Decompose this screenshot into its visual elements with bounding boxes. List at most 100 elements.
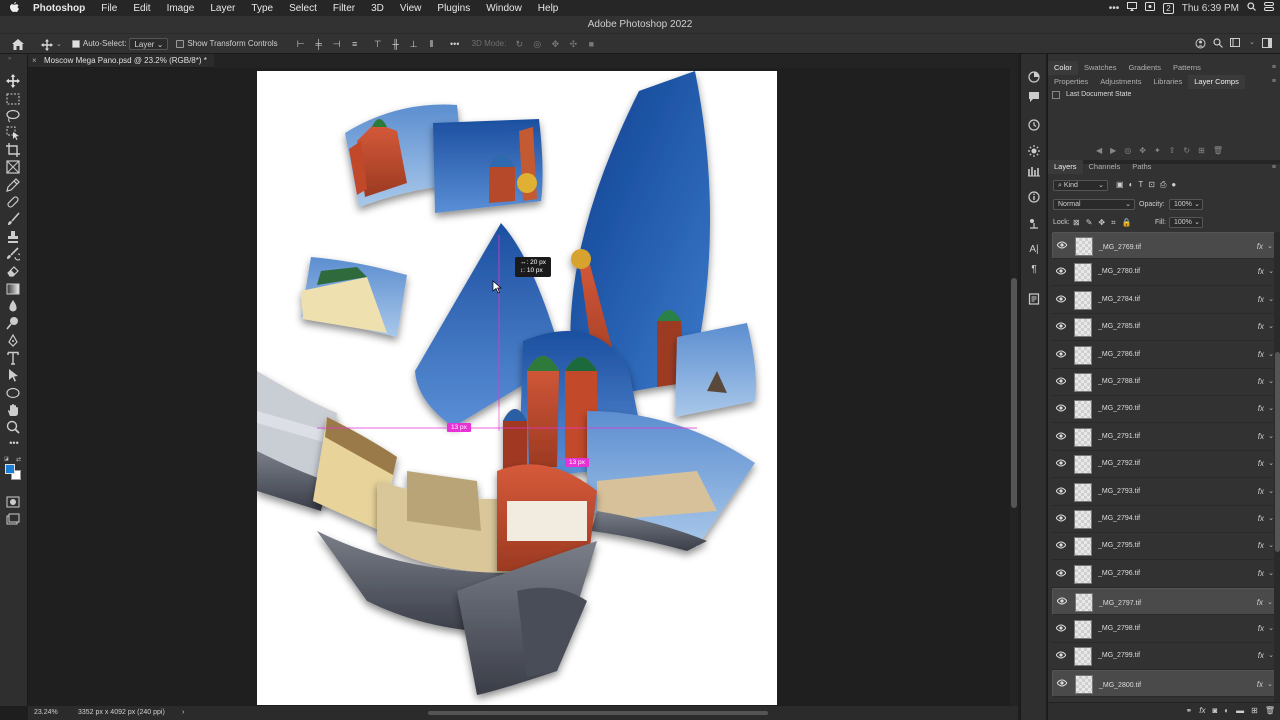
layer-name[interactable]: _MG_2797.tif <box>1099 598 1141 609</box>
color-panel-icon[interactable] <box>1028 70 1040 83</box>
layer-thumbnail[interactable] <box>1075 675 1093 695</box>
edit-toolbar-icon[interactable]: ••• <box>6 438 22 452</box>
eye-visibility-icon[interactable] <box>1056 241 1068 249</box>
share-icon[interactable] <box>1195 38 1206 51</box>
3d-pan-icon[interactable]: ✥ <box>549 39 561 49</box>
foreground-color-swatch[interactable] <box>5 464 15 474</box>
menu-image[interactable]: Image <box>159 3 203 14</box>
document-canvas[interactable]: ↔: 20 px ↕: 10 px 13 px 13 px <box>257 71 777 705</box>
layer-thumbnail[interactable] <box>1074 564 1092 584</box>
healing-brush-tool-icon[interactable] <box>6 195 22 209</box>
layer-row[interactable]: _MG_2786.tif fx ⌄ <box>1052 342 1274 369</box>
menu-window[interactable]: Window <box>478 3 530 14</box>
layer-row[interactable]: _MG_2796.tif fx ⌄ <box>1052 561 1274 588</box>
layer-row[interactable]: _MG_2784.tif fx ⌄ <box>1052 287 1274 314</box>
swap-colors-icon[interactable]: ⇄ <box>16 456 21 463</box>
layer-name[interactable]: _MG_2794.tif <box>1098 515 1140 522</box>
vertical-scrollbar[interactable] <box>1010 68 1018 706</box>
tool-preset-chevron-icon[interactable]: ⌄ <box>56 40 62 48</box>
layer-effects-icon[interactable]: fx <box>1258 541 1264 550</box>
workspace-chevron-icon[interactable]: ⌄ <box>1249 38 1255 51</box>
layer-thumbnail[interactable] <box>1074 318 1092 338</box>
tab-color[interactable]: Color <box>1048 61 1078 75</box>
layer-row[interactable]: _MG_2795.tif fx ⌄ <box>1052 533 1274 561</box>
eye-visibility-icon[interactable] <box>1055 432 1067 440</box>
lock-position-icon[interactable]: ✥ <box>1098 218 1105 228</box>
update-position-icon[interactable]: ✥ <box>1139 146 1146 155</box>
eye-visibility-icon[interactable] <box>1055 541 1067 549</box>
layer-effects-icon[interactable]: fx <box>1258 295 1264 304</box>
tab-adjustments[interactable]: Adjustments <box>1094 75 1147 89</box>
libraries-panel-icon[interactable] <box>1028 164 1040 177</box>
airplay-icon[interactable] <box>1127 2 1138 14</box>
3d-roll-icon[interactable]: ◎ <box>531 39 543 49</box>
object-selection-tool-icon[interactable] <box>6 126 22 140</box>
layer-name[interactable]: _MG_2786.tif <box>1098 351 1140 358</box>
lock-artboard-icon[interactable]: ⌗ <box>1111 218 1116 228</box>
layer-row[interactable]: _MG_2797.tif fx ⌄ <box>1052 588 1274 616</box>
layer-thumbnail[interactable] <box>1075 237 1093 256</box>
eye-visibility-icon[interactable] <box>1055 322 1067 330</box>
layer-name[interactable]: _MG_2791.tif <box>1098 433 1140 440</box>
layer-thumbnail[interactable] <box>1074 263 1092 283</box>
eye-visibility-icon[interactable] <box>1055 404 1067 412</box>
eye-visibility-icon[interactable] <box>1055 350 1067 358</box>
document-tab[interactable]: × Moscow Mega Pano.psd @ 23.2% (RGB/8*) … <box>28 54 214 68</box>
layer-effects-icon[interactable]: fx <box>1257 241 1263 252</box>
align-middle-icon[interactable]: ╫ <box>390 39 402 49</box>
opacity-field[interactable]: 100% ⌄ <box>1169 199 1203 210</box>
layer-effects-icon[interactable]: fx <box>1258 322 1264 331</box>
layer-thumbnail[interactable] <box>1074 345 1092 365</box>
layer-effects-icon[interactable]: fx <box>1258 569 1264 578</box>
new-comp-icon[interactable]: ⊞ <box>1198 146 1205 155</box>
eye-visibility-icon[interactable] <box>1055 295 1067 303</box>
control-center-icon[interactable] <box>1264 2 1274 14</box>
layer-row[interactable]: _MG_2798.tif fx ⌄ <box>1052 616 1274 643</box>
layers-scrollbar-thumb[interactable] <box>1275 352 1280 552</box>
vertical-scrollbar-thumb[interactable] <box>1011 278 1017 508</box>
menu-layer[interactable]: Layer <box>202 3 243 14</box>
update-appearance-icon[interactable]: ⇪ <box>1169 146 1176 155</box>
layer-thumbnail[interactable] <box>1074 290 1092 310</box>
menu-3d[interactable]: 3D <box>363 3 392 14</box>
delete-layer-icon[interactable]: 🗑 <box>1265 706 1275 715</box>
tab-layer-comps[interactable]: Layer Comps <box>1188 75 1245 89</box>
menu-photoshop[interactable]: Photoshop <box>25 3 93 14</box>
layer-effects-icon[interactable]: fx <box>1258 350 1264 359</box>
layer-filter-dropdown[interactable]: ⌕ Kind ⌄ <box>1053 180 1108 191</box>
panel-menu-icon[interactable]: ≡ <box>1272 78 1276 85</box>
lasso-tool-icon[interactable] <box>6 109 22 123</box>
layer-row[interactable]: _MG_2792.tif fx ⌄ <box>1052 451 1274 479</box>
chevron-down-icon[interactable]: ⌄ <box>1267 597 1273 608</box>
auto-select-dropdown[interactable]: Layer ⌄ <box>129 37 169 50</box>
character-panel-icon[interactable]: A| <box>1028 244 1040 256</box>
layer-row[interactable]: _MG_2794.tif fx ⌄ <box>1052 506 1274 533</box>
pen-tool-icon[interactable] <box>6 333 22 348</box>
layer-row[interactable]: _MG_2769.tif fx ⌄ <box>1052 232 1274 259</box>
chevron-down-icon[interactable]: ⌄ <box>1267 679 1273 690</box>
layer-name[interactable]: _MG_2792.tif <box>1098 460 1140 467</box>
layer-effects-icon[interactable]: fx <box>1257 679 1263 690</box>
update-visibility-icon[interactable]: ◎ <box>1124 146 1131 155</box>
path-selection-tool-icon[interactable] <box>6 368 22 382</box>
next-comp-icon[interactable]: ▶ <box>1110 146 1116 155</box>
layer-row[interactable]: _MG_2799.tif fx ⌄ <box>1052 643 1274 670</box>
menu-file[interactable]: File <box>93 3 125 14</box>
align-top-edges-icon[interactable]: ⊤ <box>372 39 384 49</box>
horizontal-scrollbar-thumb[interactable] <box>428 711 768 715</box>
home-icon[interactable] <box>12 38 24 50</box>
layer-name[interactable]: _MG_2796.tif <box>1098 570 1140 577</box>
clone-stamp-tool-icon[interactable] <box>6 230 22 244</box>
layer-effects-icon[interactable]: fx <box>1258 459 1264 468</box>
filter-toggle-icon[interactable]: ● <box>1171 180 1176 190</box>
filter-pixel-icon[interactable]: ▣ <box>1116 180 1124 190</box>
notification-badge[interactable]: 2 <box>1163 2 1174 14</box>
dodge-tool-icon[interactable] <box>6 316 22 330</box>
history-panel-icon[interactable] <box>1028 118 1040 131</box>
screen-capture-icon[interactable] <box>1145 2 1156 14</box>
layer-effects-icon[interactable]: fx <box>1258 624 1264 633</box>
align-left-edges-icon[interactable]: ⊢ <box>295 39 307 49</box>
info-panel-icon[interactable] <box>1028 190 1040 203</box>
panel-menu-icon[interactable]: ≡ <box>1272 64 1276 71</box>
brush-tool-icon[interactable] <box>6 212 22 226</box>
